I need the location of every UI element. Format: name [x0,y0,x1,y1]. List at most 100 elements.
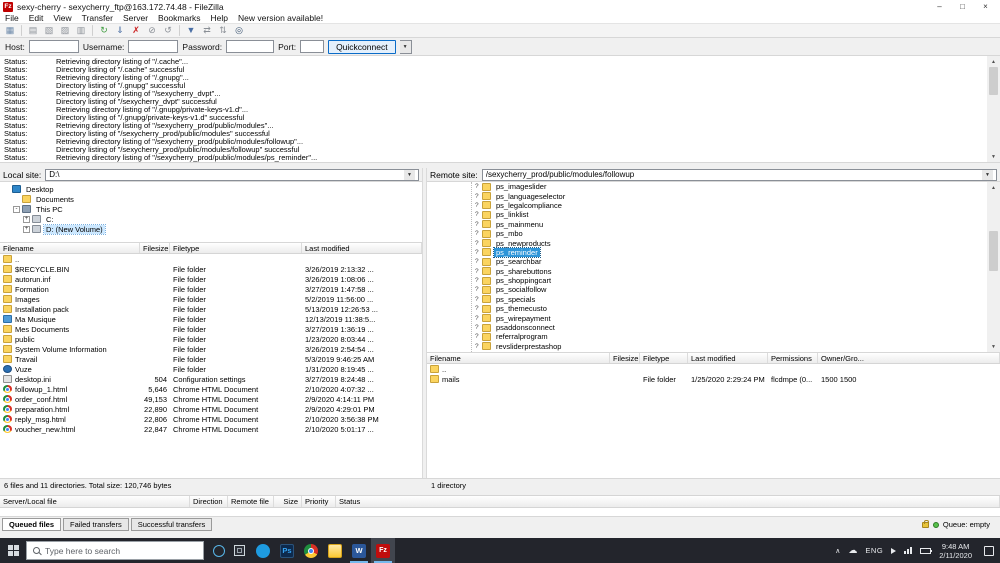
menu-item[interactable]: File [0,13,24,23]
reconnect-icon[interactable]: ↺ [161,25,175,37]
taskbar-app-filezilla[interactable]: Fz [371,538,395,563]
local-file-row[interactable]: Installation pack File folder 5/13/2019 … [0,304,422,314]
compare-icon[interactable]: ⇄ [200,25,214,37]
menu-item[interactable]: New version available! [233,13,328,23]
column-header-filename[interactable]: Filename [427,353,610,363]
username-input[interactable] [128,40,178,53]
taskbar-app-word[interactable]: W [347,538,371,563]
taskbar-app-edge[interactable] [251,538,275,563]
toggle-log-icon[interactable]: ▤ [26,25,40,37]
remote-tree-item[interactable]: ? ps_searchbar [427,257,1000,266]
column-header-priority[interactable]: Priority [302,496,336,507]
find-files-icon[interactable]: ◎ [232,25,246,37]
local-file-row[interactable]: preparation.html 22,890 Chrome HTML Docu… [0,404,422,414]
queue-tab[interactable]: Failed transfers [63,518,129,531]
local-tree-item[interactable]: Desktop [0,184,422,194]
remote-tree-item[interactable]: ? ps_imageslider [427,182,1000,191]
remote-file-row[interactable]: .. [427,364,1000,374]
site-manager-icon[interactable]: ▦ [3,25,17,37]
scrollbar-thumb[interactable] [989,67,998,95]
disconnect-icon[interactable]: ⊘ [145,25,159,37]
scroll-up-icon[interactable]: ▲ [987,56,1000,67]
local-file-row[interactable]: Travail File folder 5/3/2019 9:46:25 AM [0,354,422,364]
local-tree-item[interactable]: - This PC [0,204,422,214]
port-input[interactable] [300,40,324,53]
menu-item[interactable]: Transfer [77,13,118,23]
local-file-row[interactable]: Vuze File folder 1/31/2020 8:19:45 ... [0,364,422,374]
local-tree-item[interactable]: + D: (New Volume) [0,224,422,234]
local-file-row[interactable]: .. [0,254,422,264]
language-indicator[interactable]: ENG [865,546,883,555]
remote-tree-item[interactable]: ? ps_specials [427,295,1000,304]
volume-icon[interactable] [891,548,896,554]
process-queue-icon[interactable]: ⇓ [113,25,127,37]
action-center-icon[interactable] [984,546,994,556]
column-header-status[interactable]: Status [336,496,1000,507]
column-header-modified[interactable]: Last modified [688,353,768,363]
combo-dropdown-icon[interactable]: ▼ [404,170,415,180]
local-site-combobox[interactable]: D:\ ▼ [45,169,419,181]
battery-icon[interactable] [920,548,931,554]
toolbar-separator[interactable] [179,25,180,36]
remote-tree-item[interactable]: ? ps_newproducts [427,238,1000,247]
menu-item[interactable]: Bookmarks [153,13,206,23]
scrollbar-thumb[interactable] [989,231,998,271]
toggle-queue-icon[interactable]: ▥ [74,25,88,37]
column-header-owner[interactable]: Owner/Gro... [818,353,1000,363]
taskbar-clock[interactable]: 9:48 AM 2/11/2020 [939,542,972,560]
expander-icon[interactable] [3,186,10,193]
cancel-icon[interactable]: ✗ [129,25,143,37]
menu-item[interactable]: View [48,13,76,23]
column-header-filetype[interactable]: Filetype [640,353,688,363]
remote-tree-item[interactable]: ? ps_languageselector [427,191,1000,200]
local-file-row[interactable]: Formation File folder 3/27/2019 1:47:58 … [0,284,422,294]
taskbar-app-photoshop[interactable]: Ps [275,538,299,563]
remote-tree-item[interactable]: ? psaddonsconnect [427,323,1000,332]
scroll-up-icon[interactable]: ▲ [987,182,1000,193]
sync-browsing-icon[interactable]: ⇅ [216,25,230,37]
expander-icon[interactable]: - [13,206,20,213]
column-header-server-local-file[interactable]: Server/Local file [0,496,190,507]
column-header-remote-file[interactable]: Remote file [228,496,274,507]
remote-tree-item[interactable]: ? revsliderprestashop [427,342,1000,351]
tray-expand-icon[interactable]: ∧ [835,547,840,555]
quickconnect-button[interactable]: Quickconnect [328,40,396,54]
local-file-row[interactable]: followup_1.html 5,646 Chrome HTML Docume… [0,384,422,394]
scroll-down-icon[interactable]: ▼ [987,151,1000,162]
remote-tree-item[interactable]: ? ps_themecusto [427,304,1000,313]
toggle-remote-tree-icon[interactable]: ▨ [58,25,72,37]
cortana-icon[interactable] [213,545,225,557]
local-tree-item[interactable]: Documents [0,194,422,204]
local-file-row[interactable]: $RECYCLE.BIN File folder 3/26/2019 2:13:… [0,264,422,274]
taskbar-search[interactable]: Type here to search [26,541,204,560]
local-file-row[interactable]: desktop.ini 504 Configuration settings 3… [0,374,422,384]
column-header-modified[interactable]: Last modified [302,243,422,253]
local-file-row[interactable]: autorun.inf File folder 3/26/2019 1:08:0… [0,274,422,284]
column-header-filesize[interactable]: Filesize [140,243,170,253]
remote-tree-item[interactable]: ? ps_legalcompliance [427,201,1000,210]
local-file-row[interactable]: voucher_new.html 22,847 Chrome HTML Docu… [0,424,422,434]
column-header-size[interactable]: Size [274,496,302,507]
password-input[interactable] [226,40,274,53]
log-scrollbar[interactable]: ▲ ▼ [987,56,1000,162]
local-file-row[interactable]: reply_msg.html 22,806 Chrome HTML Docume… [0,414,422,424]
remote-tree-item[interactable]: ? ps_linklist [427,210,1000,219]
maximize-button[interactable]: □ [951,0,974,13]
local-file-row[interactable]: public File folder 1/23/2020 8:03:44 ... [0,334,422,344]
task-view-icon[interactable] [234,545,245,556]
toolbar-separator[interactable] [92,25,93,36]
column-header-filename[interactable]: Filename [0,243,140,253]
remote-site-combobox[interactable]: /sexycherry_prod/public/modules/followup… [482,169,997,181]
host-input[interactable] [29,40,79,53]
close-button[interactable]: × [974,0,997,13]
title-bar[interactable]: Fz sexy-cherry - sexycherry_ftp@163.172.… [0,0,1000,13]
remote-tree-item[interactable]: ? ps_socialfollow [427,285,1000,294]
start-button[interactable] [0,538,26,563]
quickconnect-dropdown-icon[interactable]: ▼ [400,40,412,54]
menu-item[interactable]: Edit [24,13,49,23]
filter-icon[interactable]: ▼ [184,25,198,37]
remote-tree-item[interactable]: ? ps_reminder [427,248,1000,257]
refresh-icon[interactable]: ↻ [97,25,111,37]
local-tree-item[interactable]: + C: [0,214,422,224]
expander-icon[interactable] [13,196,20,203]
